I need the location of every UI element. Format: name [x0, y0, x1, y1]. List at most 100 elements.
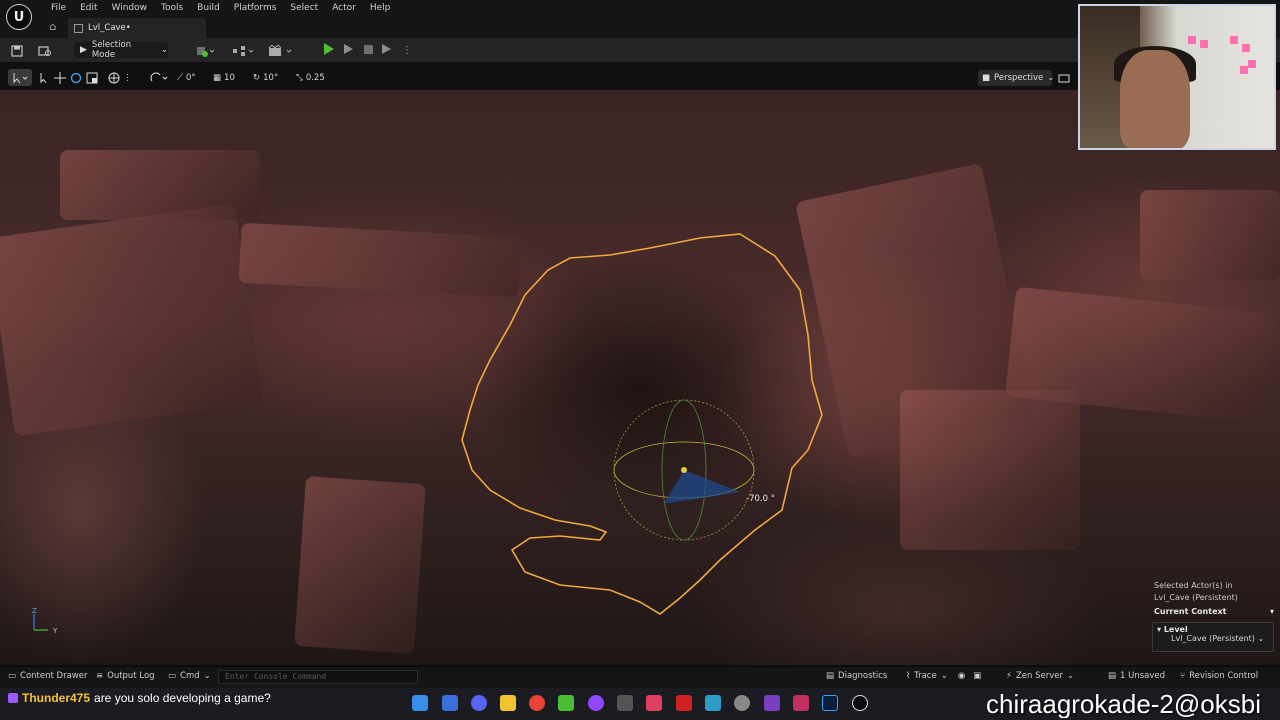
chrome-icon[interactable]	[529, 695, 545, 711]
cmd-dropdown[interactable]: ▭ Cmd ⌄	[168, 671, 211, 681]
diagnostics-button[interactable]: ▤ Diagnostics	[826, 671, 887, 681]
menu-help[interactable]: Help	[363, 2, 398, 14]
photoshop-icon[interactable]	[822, 695, 838, 711]
home-icon[interactable]: ⌂	[46, 20, 60, 34]
scale-snap-icon: ⤡	[296, 72, 303, 83]
content-browser-icon[interactable]	[38, 43, 52, 58]
terminal-app-icon[interactable]	[617, 695, 633, 711]
unsaved-button[interactable]: ▤ 1 Unsaved	[1108, 671, 1165, 681]
rotation-snap[interactable]: ↻ 10°	[253, 71, 278, 84]
level-value-row[interactable]: Lvl_Cave (Persistent) ⌄	[1157, 634, 1269, 643]
tab-label: Lvl_Cave•	[88, 23, 131, 33]
chevron-down-icon: ⌄	[1257, 634, 1265, 643]
app-icon[interactable]	[646, 695, 662, 711]
angle-snap-icon: ⟋	[177, 72, 183, 83]
eject-icon[interactable]	[382, 44, 391, 54]
upi-overlay-text: chiraagrokade-2@oksbi	[986, 690, 1261, 718]
blueprint-icon[interactable]	[232, 43, 254, 58]
level-label: Level	[1163, 625, 1188, 634]
rotation-angle-readout: -70.0 °	[746, 494, 775, 504]
selected-actor-line2: Lvl_Cave (Persistent)	[1154, 593, 1238, 602]
console-input[interactable]: Enter Console Command	[218, 670, 418, 684]
trace-label: Trace	[914, 671, 937, 681]
menu-file[interactable]: File	[44, 2, 73, 14]
scale-snap[interactable]: ⤡ 0.25	[296, 71, 325, 84]
level-viewport[interactable]: -70.0 °	[0, 90, 1280, 665]
content-drawer-button[interactable]: ▭ Content Drawer	[8, 671, 87, 681]
save-icon[interactable]	[11, 43, 23, 58]
menu-build[interactable]: Build	[190, 2, 227, 14]
selection-mode-dropdown[interactable]: ▶ Selection Mode ⌄	[74, 40, 168, 60]
visual-studio-icon[interactable]	[764, 695, 780, 711]
edge-icon[interactable]	[442, 695, 458, 711]
trace-icon: ⌇	[906, 671, 911, 681]
menu-tools[interactable]: Tools	[154, 2, 190, 14]
unreal-logo-icon[interactable]: U	[6, 4, 32, 30]
select-arrow-icon[interactable]	[39, 71, 49, 84]
revision-control-label: Revision Control	[1189, 671, 1259, 681]
rotate-icon[interactable]	[70, 71, 82, 84]
grid-snap-value: 10	[224, 72, 235, 83]
twitch-icon[interactable]	[588, 695, 604, 711]
chevron-down-icon: ⌄	[1066, 671, 1075, 681]
discord-icon[interactable]	[471, 695, 487, 711]
chevron-down-icon: ⌄	[160, 45, 168, 55]
menu-window[interactable]: Window	[105, 2, 155, 14]
surface-snap-icon[interactable]	[150, 71, 168, 84]
unreal-taskbar-icon[interactable]	[852, 695, 868, 711]
more-options-icon[interactable]: ⋮	[402, 43, 412, 58]
cinematics-icon[interactable]	[268, 43, 294, 58]
obs-icon[interactable]	[734, 695, 750, 711]
unsaved-label: 1 Unsaved	[1120, 671, 1166, 681]
chat-badge-icon	[8, 693, 18, 703]
view-options-icon[interactable]	[1058, 71, 1070, 84]
chevron-down-icon: ⌄	[1047, 73, 1055, 83]
step-icon[interactable]	[344, 44, 353, 54]
grid-snap[interactable]: ▦ 10	[213, 71, 235, 84]
current-context-title: Current Context	[1154, 607, 1227, 616]
world-space-icon[interactable]	[108, 71, 120, 84]
collapse-icon[interactable]: ▾	[1270, 607, 1274, 619]
level-tab-icon	[74, 23, 83, 33]
stop-icon[interactable]	[364, 45, 373, 54]
transform-mode-icon[interactable]	[12, 71, 28, 84]
level-row: ▾ Level	[1157, 625, 1269, 634]
rotation-angle-snap[interactable]: ⟋ 0°	[177, 71, 196, 84]
context-box: ▾ Level Lvl_Cave (Persistent) ⌄	[1152, 622, 1274, 652]
store-icon[interactable]	[705, 695, 721, 711]
webcam-overlay	[1078, 4, 1276, 150]
sticky-note	[1248, 60, 1256, 68]
tab-level[interactable]: Lvl_Cave•	[68, 18, 206, 38]
screenshot-icon[interactable]: ▣	[973, 671, 981, 681]
main-menu: File Edit Window Tools Build Platforms S…	[44, 2, 397, 14]
rotation-snap-value: 10°	[263, 72, 279, 83]
output-log-button[interactable]: ≡ Output Log	[96, 671, 155, 681]
scale-icon[interactable]	[86, 71, 98, 84]
substance-icon[interactable]	[793, 695, 809, 711]
play-icon[interactable]	[324, 43, 334, 55]
move-icon[interactable]	[54, 71, 66, 84]
menu-platforms[interactable]: Platforms	[227, 2, 284, 14]
record-icon[interactable]: ◉	[958, 671, 965, 681]
current-context-panel: Current Context ▾ ▾ Level Lvl_Cave (Pers…	[1152, 607, 1274, 653]
rotate-gizmo[interactable]	[613, 399, 755, 541]
zen-server-button[interactable]: ⚡ Zen Server ⌄	[1006, 671, 1074, 681]
netflix-icon[interactable]	[676, 695, 692, 711]
trace-button[interactable]: ⌇ Trace ⌄ ◉ ▣	[906, 671, 981, 681]
menu-edit[interactable]: Edit	[73, 2, 104, 14]
zen-icon: ⚡	[1006, 671, 1012, 681]
svg-text:Z: Z	[32, 607, 37, 615]
more-icon[interactable]: ⋮	[123, 71, 132, 84]
selection-mode-icon: ▶	[80, 45, 87, 55]
perspective-dropdown[interactable]: ■ Perspective ⌄	[978, 70, 1055, 86]
grid-snap-icon: ▦	[213, 72, 222, 83]
menu-select[interactable]: Select	[283, 2, 325, 14]
revision-control-button[interactable]: ⑂ Revision Control	[1180, 671, 1258, 681]
menu-actor[interactable]: Actor	[325, 2, 363, 14]
windows-start-icon[interactable]	[412, 695, 428, 711]
add-actor-icon[interactable]	[196, 43, 214, 58]
selection-mode-label: Selection Mode	[91, 40, 132, 60]
file-explorer-icon[interactable]	[500, 695, 516, 711]
notepad-icon[interactable]	[558, 695, 574, 711]
expand-icon[interactable]: ▾	[1157, 625, 1164, 634]
